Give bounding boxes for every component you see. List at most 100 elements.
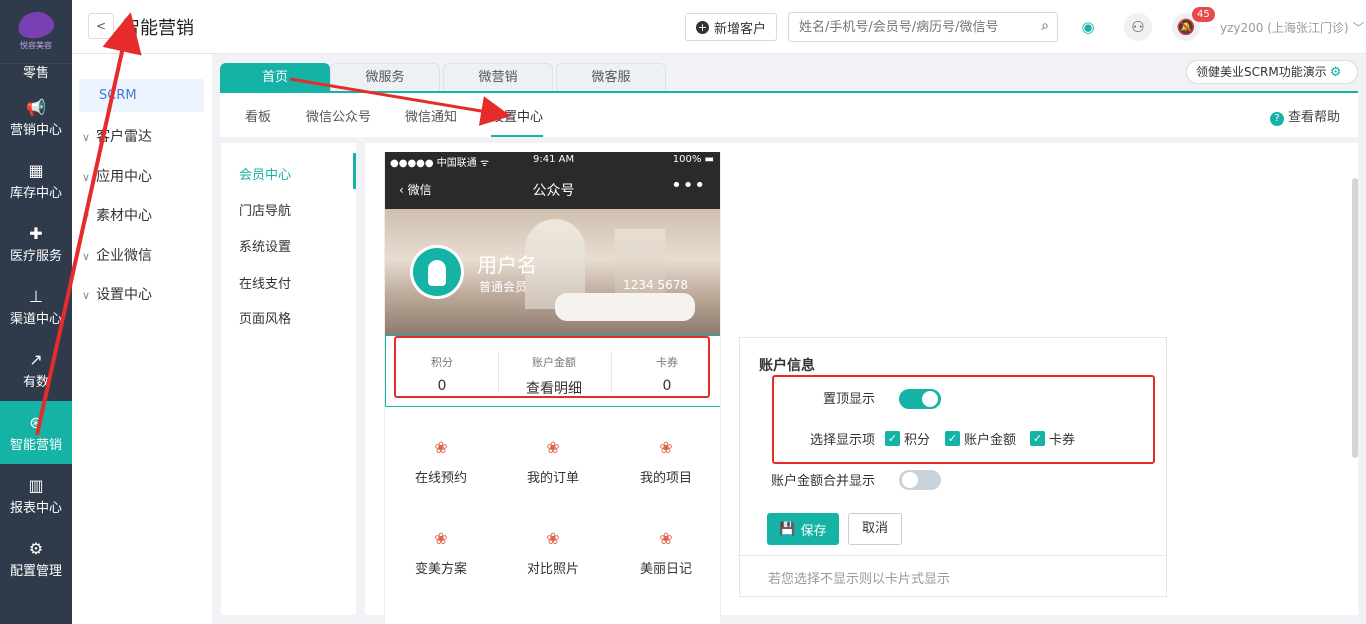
flower-icon: ❀ [659, 529, 673, 548]
option-label: 积分 [904, 433, 931, 448]
submenu-label: 企业微信 [96, 248, 153, 264]
gear-icon: ⚙ [1329, 65, 1342, 80]
help-link[interactable]: ? 查看帮助 [1269, 106, 1340, 126]
user-name: 用户名 [477, 253, 537, 277]
new-customer-button[interactable]: + 新增客户 [685, 13, 777, 41]
scrollbar[interactable] [1352, 178, 1358, 458]
new-customer-label: 新增客户 [713, 21, 766, 37]
merge-label: 账户金额合并显示 [770, 474, 875, 489]
tab-micro-support[interactable]: 微客服 [556, 63, 666, 91]
option-coupons-checkbox[interactable]: ✓ 卡券 [1030, 429, 1075, 448]
service-label: 在线预约 [414, 471, 467, 486]
search-icon[interactable]: ⌕ [1041, 18, 1049, 34]
question-icon: ? [1269, 112, 1284, 126]
avatar [410, 245, 464, 299]
pin-label: 置顶显示 [822, 392, 875, 407]
config-item-store-nav[interactable]: 门店导航 [239, 200, 291, 219]
config-item-system[interactable]: 系统设置 [239, 236, 291, 255]
nav-item-config[interactable]: ⚙ 配置管理 [0, 527, 72, 590]
nav-item-inventory[interactable]: ▦ 库存中心 [0, 149, 72, 212]
stat-label: 账户金额 [532, 356, 576, 369]
service-label: 我的订单 [526, 471, 579, 486]
chevron-down-icon: ∨ [82, 250, 91, 263]
service-diary[interactable]: ❀ 美丽日记 [610, 507, 720, 597]
stat-value: 查看明细 [526, 381, 582, 397]
nav-item-medical[interactable]: ✚ 医疗服务 [0, 212, 72, 275]
stat-value: 0 [437, 378, 447, 394]
submenu-item-app-center[interactable]: ∨ 应用中心 [82, 166, 152, 186]
demo-label: 领健美业SCRM功能演示 [1196, 65, 1327, 79]
submenu-item-scrm[interactable]: SCRM [79, 79, 204, 112]
nav-item-marketing[interactable]: 📢 营销中心 [0, 86, 72, 149]
service-label: 美丽日记 [639, 562, 692, 577]
subtab-wechat-notice[interactable]: 微信通知 [405, 106, 457, 125]
banner-decoration [555, 293, 695, 321]
cancel-button[interactable]: 取消 [848, 513, 902, 545]
users-icon[interactable]: ⚇ [1124, 13, 1152, 41]
pin-toggle[interactable] [899, 389, 941, 409]
subtab-dashboard[interactable]: 看板 [245, 106, 271, 125]
service-photos[interactable]: ❀ 对比照片 [497, 507, 609, 597]
merge-toggle[interactable] [899, 470, 941, 490]
brand-name: 悦容美容 [20, 41, 52, 50]
option-balance-checkbox[interactable]: ✓ 账户金额 [945, 429, 1016, 448]
brand-logo[interactable]: 悦容美容 [0, 0, 72, 64]
submenu-label: 素材中心 [96, 208, 153, 224]
search-box: ⌕ [788, 12, 1058, 42]
stat-value: 0 [662, 378, 672, 394]
brand-logo-mark [16, 9, 56, 41]
bar-chart-icon: ▥ [28, 476, 44, 495]
nav-item-smart-marketing[interactable]: ⊛ 智能营销 [0, 401, 72, 464]
nav-label: 营销中心 [9, 123, 62, 138]
user-menu[interactable]: yzy200 (上海张江门诊) ﹀ [1220, 19, 1364, 36]
stat-label: 积分 [431, 356, 453, 369]
back-button[interactable]: < [88, 13, 114, 39]
account-stats: 积分 0 账户金额 查看明细 卡券 0 [385, 335, 720, 407]
chevron-down-icon: ∨ [82, 171, 91, 184]
option-points-checkbox[interactable]: ✓ 积分 [885, 429, 930, 448]
secondary-menu: SCRM ∨ 客户雷达 ∨ 应用中心 ∨ 素材中心 ∨ 企业微信 ∨ 设置中心 [72, 54, 212, 624]
demo-chip[interactable]: 领健美业SCRM功能演示 ⚙ [1186, 60, 1358, 84]
compass-icon: ⊛ [29, 413, 43, 432]
search-input[interactable] [789, 13, 1019, 41]
carrier-text: ●●●●● 中国联通 ᯤ [390, 158, 490, 169]
config-item-page-style[interactable]: 页面风格 [239, 308, 291, 327]
ghost-avatar-icon [413, 248, 461, 296]
notification-badge: 45 [1192, 7, 1215, 22]
nav-item-reports[interactable]: ▥ 报表中心 [0, 464, 72, 527]
main-sidebar: 悦容美容 零售 📢 营销中心 ▦ 库存中心 ✚ 医疗服务 ⊥ 渠道中心 ↗ 有数… [0, 0, 72, 624]
tab-micro-marketing[interactable]: 微营销 [443, 63, 553, 91]
subtab-settings-center[interactable]: 设置中心 [491, 106, 544, 137]
config-item-member-center[interactable]: 会员中心 [239, 164, 291, 183]
service-booking[interactable]: ❀ 在线预约 [385, 416, 497, 506]
divider [740, 555, 1166, 556]
nav-item-data[interactable]: ↗ 有数 [0, 338, 72, 401]
submenu-item-settings[interactable]: ∨ 设置中心 [82, 284, 152, 304]
tab-home[interactable]: 首页 [220, 63, 330, 91]
submenu-item-wecom[interactable]: ∨ 企业微信 [82, 245, 152, 265]
medical-kit-icon: ✚ [29, 224, 43, 243]
service-plan[interactable]: ❀ 变美方案 [385, 507, 497, 597]
toggle-knob [902, 472, 918, 488]
service-orders[interactable]: ❀ 我的订单 [497, 416, 609, 506]
wechat-icon[interactable]: ◉ [1074, 13, 1102, 41]
nav-label: 配置管理 [9, 564, 62, 579]
submenu-item-material-center[interactable]: ∨ 素材中心 [82, 205, 152, 225]
phone-preview: ●●●●● 中国联通 ᯤ 9:41 AM 100% ▬ ‹ 微信 公众号 •••… [384, 152, 721, 624]
subtab-wechat-official[interactable]: 微信公众号 [306, 106, 371, 125]
phone-status-bar: ●●●●● 中国联通 ᯤ 9:41 AM 100% ▬ [385, 152, 720, 169]
config-item-payment[interactable]: 在线支付 [239, 273, 291, 292]
nav-item-retail[interactable]: 零售 [0, 56, 72, 86]
nav-label: 医疗服务 [9, 249, 62, 264]
tab-micro-service[interactable]: 微服务 [330, 63, 440, 91]
save-icon: 💾 [779, 521, 796, 537]
user-level: 普通会员 [479, 280, 528, 294]
service-projects[interactable]: ❀ 我的项目 [610, 416, 720, 506]
save-button[interactable]: 💾 保存 [767, 513, 839, 545]
option-label: 卡券 [1049, 433, 1076, 448]
more-icon[interactable]: ••• [671, 175, 706, 196]
nav-item-channel[interactable]: ⊥ 渠道中心 [0, 275, 72, 338]
submenu-item-customer-radar[interactable]: ∨ 客户雷达 [82, 126, 152, 146]
flower-icon: ❀ [546, 438, 560, 457]
chevron-left-icon: < [95, 19, 107, 33]
